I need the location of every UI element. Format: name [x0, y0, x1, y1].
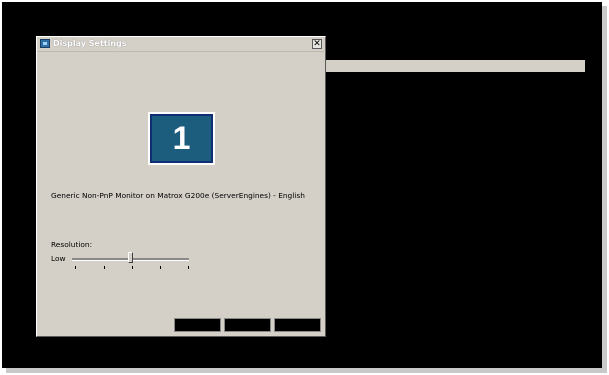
slider-tick [160, 266, 161, 269]
slider-tick [188, 266, 189, 269]
resolution-label: Resolution: [51, 240, 93, 249]
resolution-slider-thumb[interactable] [128, 252, 133, 263]
screenshot-shadow-right [602, 6, 607, 372]
screenshot-shadow-bottom [6, 368, 607, 373]
resolution-low-label: Low [51, 254, 66, 263]
title-bar[interactable]: Display Settings ✕ [38, 38, 324, 52]
slider-tick [104, 266, 105, 269]
dialog-button-3[interactable] [274, 318, 321, 332]
dialog-button-1[interactable] [174, 318, 221, 332]
slider-tick [75, 266, 76, 269]
display-icon [40, 39, 50, 48]
monitor-number: 1 [150, 114, 213, 163]
slider-tick [132, 266, 133, 269]
window-title: Display Settings [53, 39, 127, 48]
dialog-button-2[interactable] [224, 318, 271, 332]
display-settings-window: Display Settings ✕ 1 Generic Non-PnP Mon… [36, 36, 326, 337]
monitor-description: Generic Non-PnP Monitor on Matrox G200e … [51, 191, 305, 200]
monitor-1-tile[interactable]: 1 [148, 112, 215, 165]
close-button[interactable]: ✕ [312, 39, 322, 49]
background-window-strip [326, 60, 585, 72]
